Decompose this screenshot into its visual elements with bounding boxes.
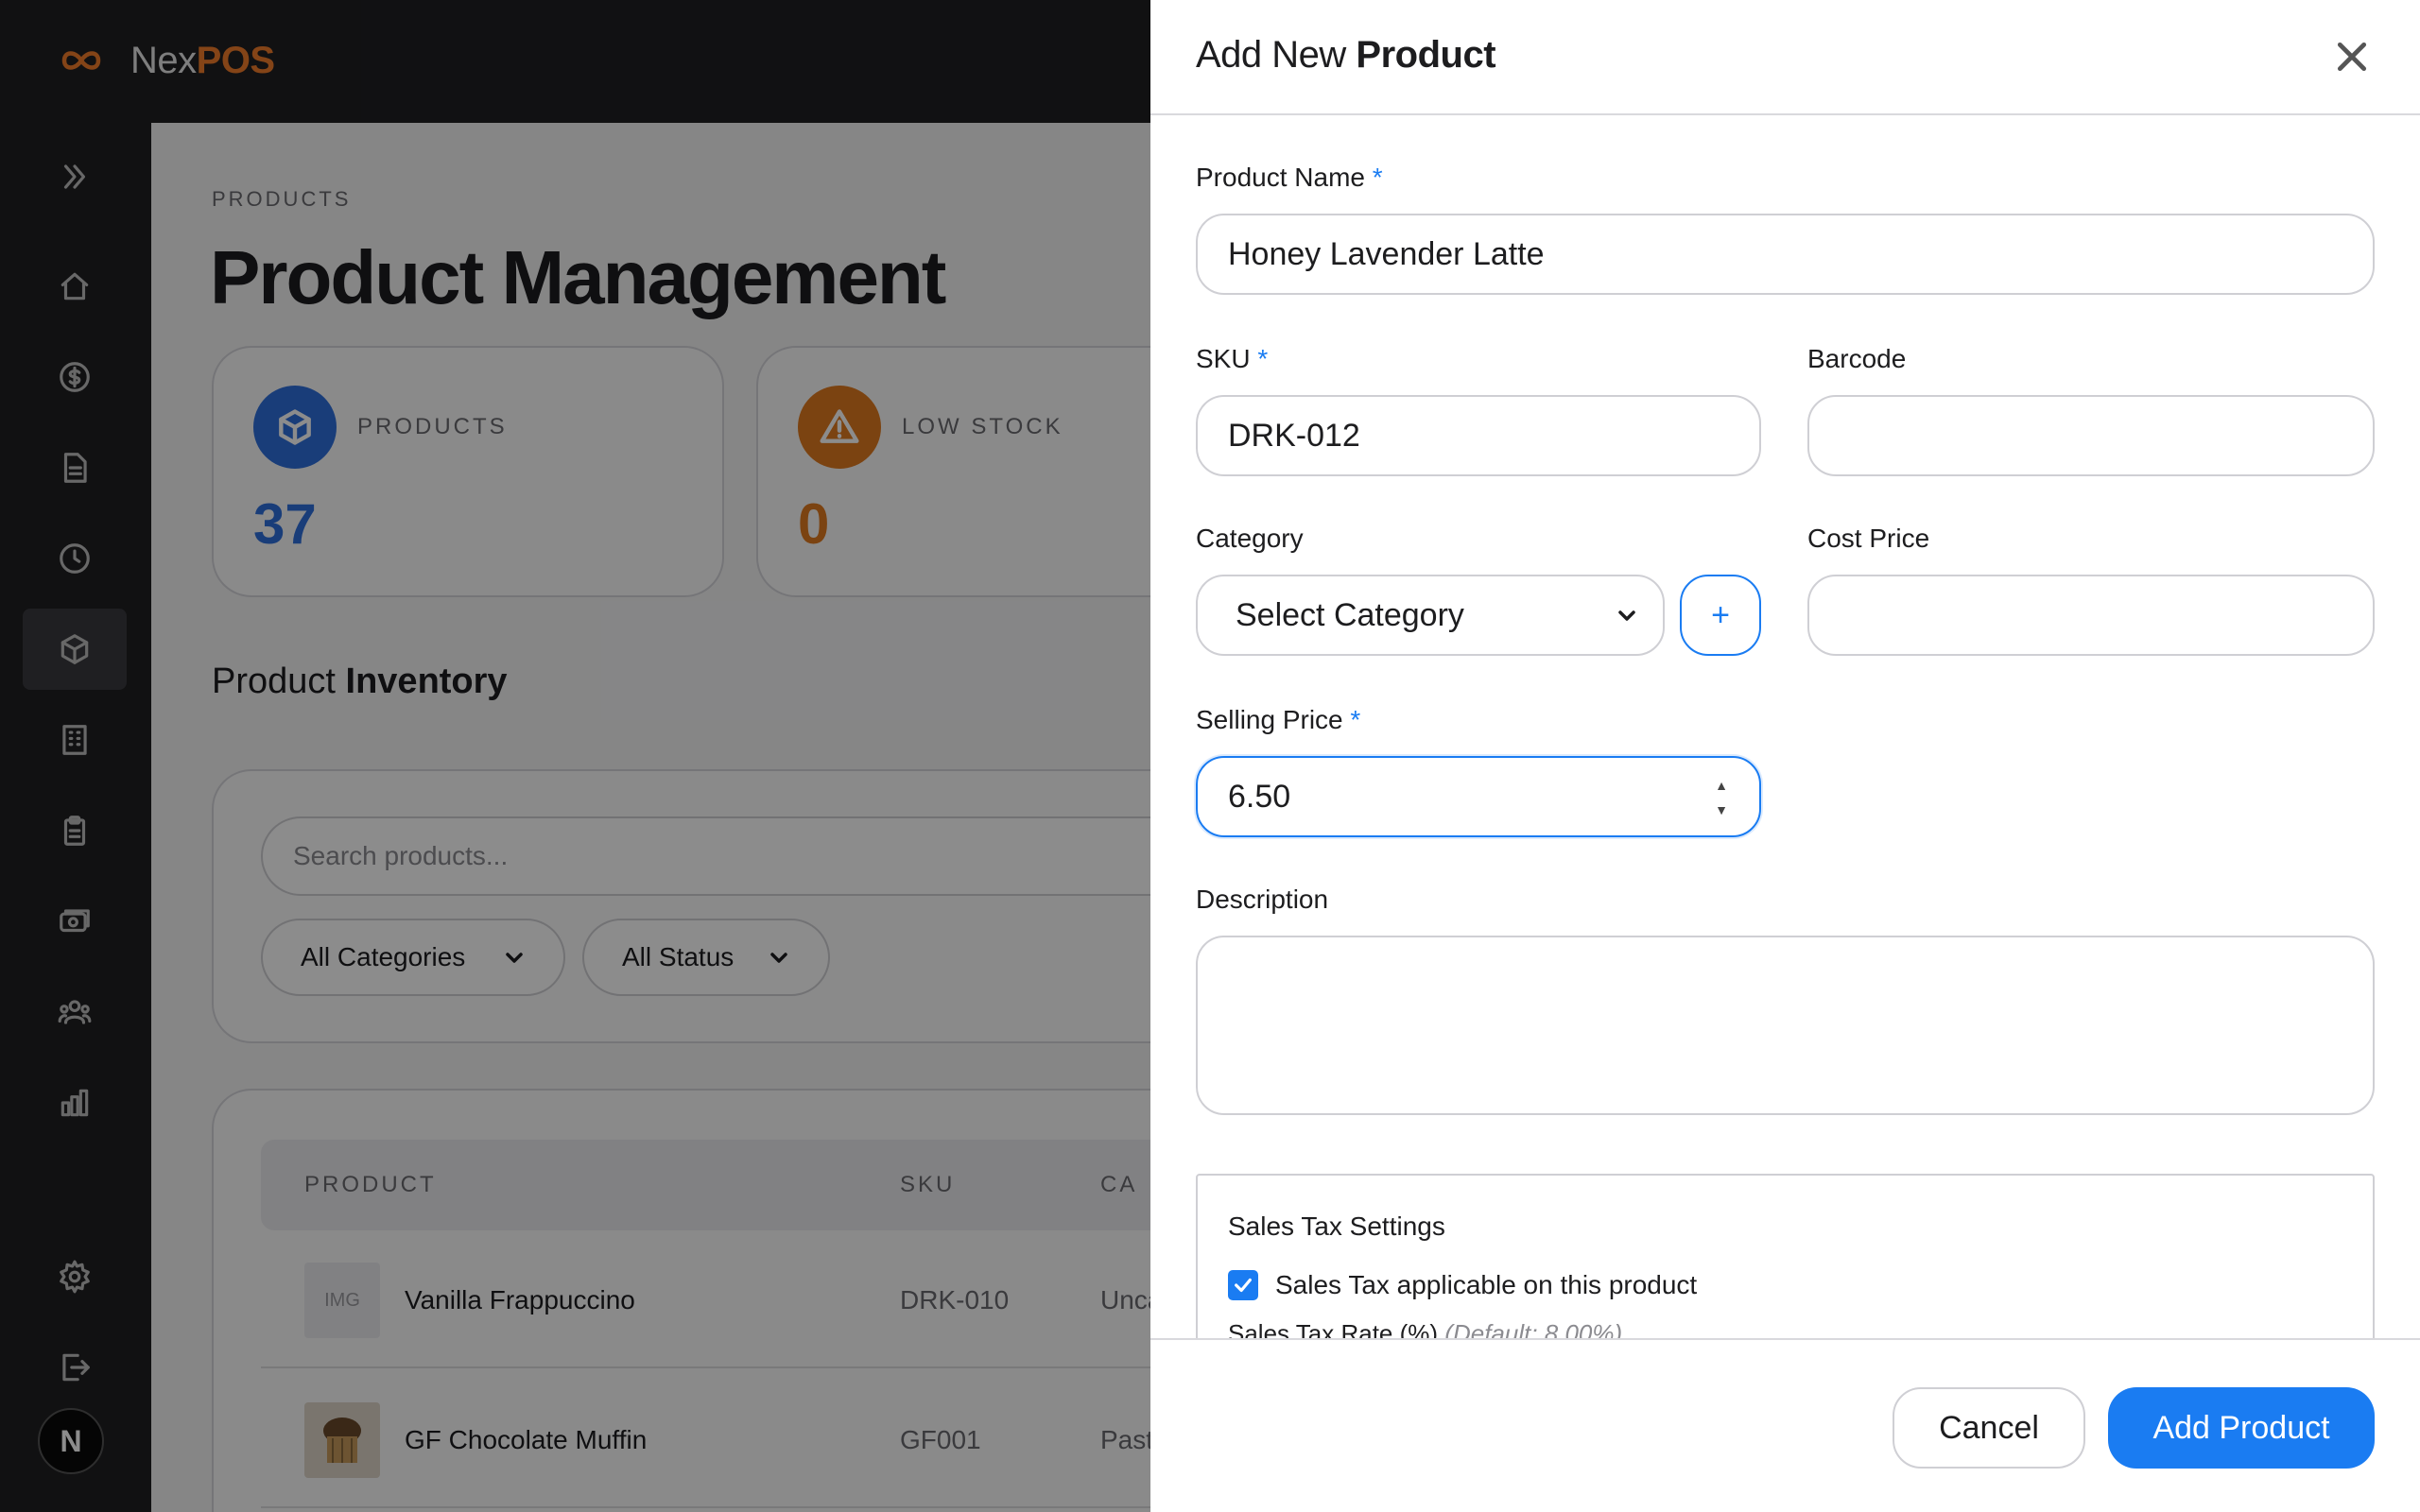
close-button[interactable]	[2329, 34, 2375, 79]
sales-tax-title: Sales Tax Settings	[1228, 1211, 1445, 1241]
description-textarea[interactable]	[1196, 936, 2375, 1115]
selling-price-input[interactable]: 6.50 ▲ ▼	[1196, 756, 1761, 837]
close-icon	[2337, 42, 2367, 72]
add-product-drawer: Add New Product Product Name * Honey Lav…	[1150, 0, 2420, 1512]
drawer-footer: Cancel Add Product	[1150, 1338, 2420, 1512]
add-product-button[interactable]: Add Product	[2108, 1387, 2375, 1469]
stepper-down-icon[interactable]: ▼	[1715, 801, 1728, 818]
barcode-input[interactable]	[1807, 395, 2375, 476]
product-name-input[interactable]: Honey Lavender Latte	[1196, 214, 2375, 295]
description-label: Description	[1196, 885, 1329, 914]
cancel-button[interactable]: Cancel	[1893, 1387, 2085, 1469]
cost-price-label: Cost Price	[1807, 524, 1930, 553]
modal-backdrop[interactable]	[0, 0, 1150, 1512]
sales-tax-rate-label: Sales Tax Rate (%) (Default: 8.00%)	[1228, 1319, 1623, 1338]
sku-input[interactable]: DRK-012	[1196, 395, 1761, 476]
number-stepper[interactable]: ▲ ▼	[1712, 777, 1731, 818]
barcode-label: Barcode	[1807, 344, 1907, 373]
selling-price-label: Selling Price *	[1196, 705, 1361, 734]
drawer-form: Product Name * Honey Lavender Latte SKU …	[1150, 117, 2420, 1338]
sales-tax-checkbox-row[interactable]: Sales Tax applicable on this product	[1228, 1270, 1697, 1300]
selling-price-value: 6.50	[1228, 778, 1291, 815]
chevron-down-icon	[1618, 610, 1635, 621]
sales-tax-settings-panel: Sales Tax Settings Sales Tax applicable …	[1196, 1174, 2375, 1338]
category-label: Category	[1196, 524, 1304, 553]
category-select[interactable]: Select Category	[1196, 575, 1665, 656]
cost-price-input[interactable]	[1807, 575, 2375, 656]
drawer-title: Add New Product	[1196, 34, 1496, 76]
checkmark-icon	[1235, 1278, 1252, 1293]
sku-label: SKU *	[1196, 344, 1269, 373]
sales-tax-checkbox[interactable]	[1228, 1270, 1258, 1300]
sales-tax-checkbox-label: Sales Tax applicable on this product	[1275, 1270, 1698, 1299]
product-name-label: Product Name *	[1196, 163, 1383, 192]
category-select-value: Select Category	[1236, 596, 1464, 633]
add-category-button[interactable]: +	[1680, 575, 1761, 656]
drawer-header: Add New Product	[1150, 0, 2420, 115]
stepper-up-icon[interactable]: ▲	[1715, 777, 1728, 794]
